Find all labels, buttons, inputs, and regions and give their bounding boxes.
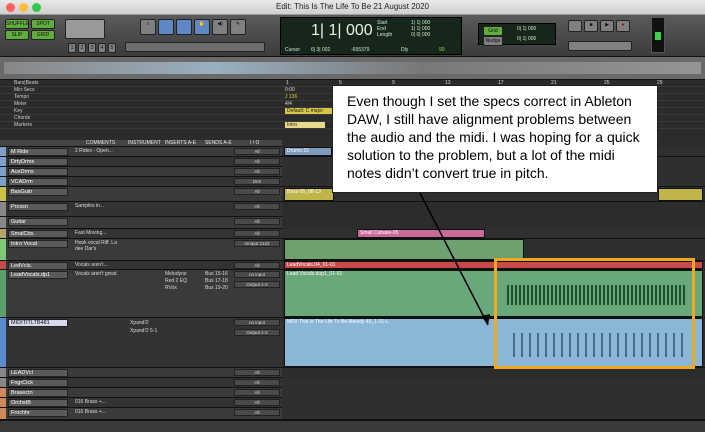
annotation-arrow — [419, 192, 490, 326]
status-bar — [0, 420, 705, 432]
